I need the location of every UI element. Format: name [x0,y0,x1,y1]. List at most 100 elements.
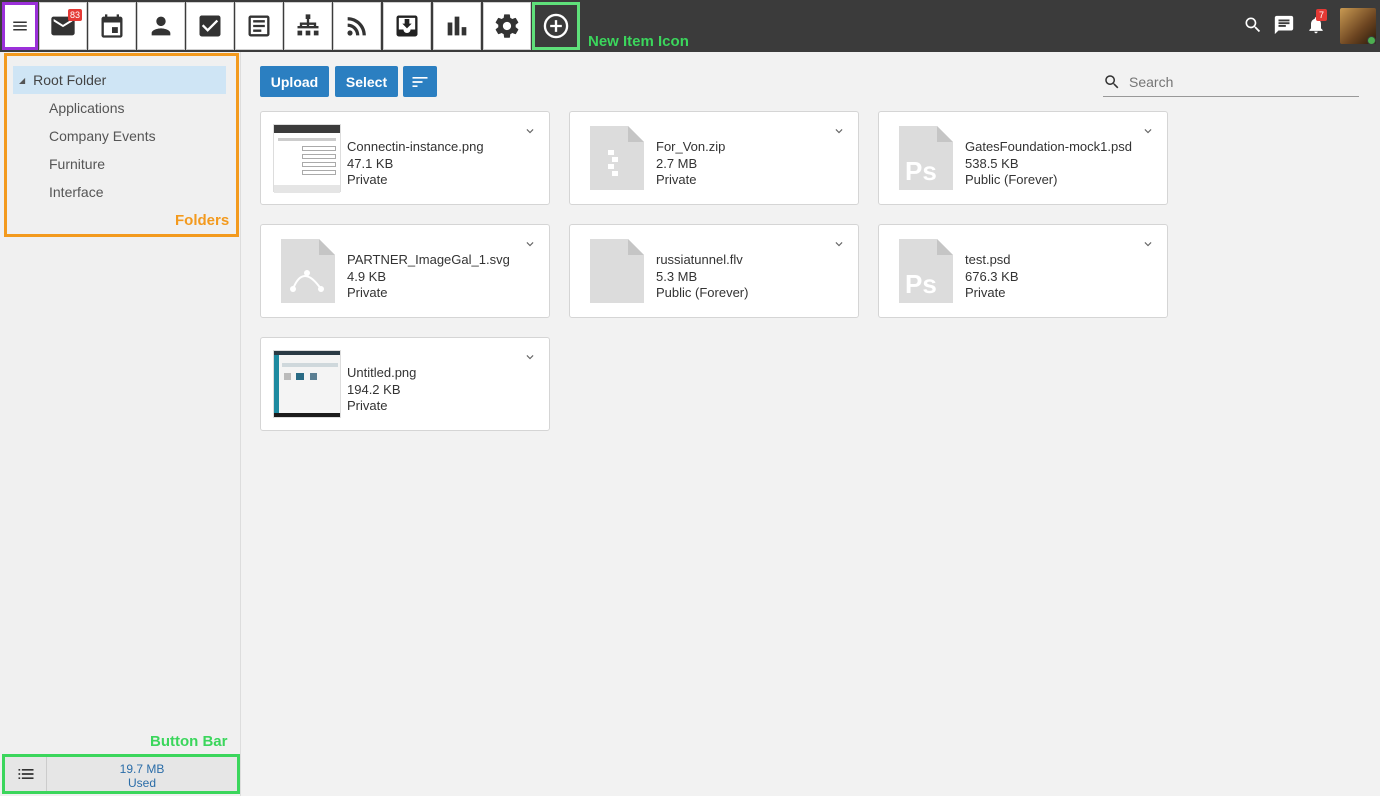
chevron-down-icon[interactable] [523,237,537,251]
chat-bubble-icon [1274,15,1294,35]
image-thumbnail [273,350,341,418]
search-icon [1245,17,1261,33]
file-visibility: Private [656,172,697,187]
blank-file-icon [590,239,644,303]
file-visibility: Public (Forever) [965,172,1058,187]
nav-settings-button[interactable] [483,2,531,50]
top-navigation-bar: 83 New Item Icon 7 [0,0,1380,52]
chat-button[interactable] [1271,12,1297,38]
file-info: For_Von.zip 2.7 MB Private [656,139,725,189]
chevron-down-icon[interactable] [523,124,537,138]
collapse-triangle-icon[interactable]: ◢ [19,76,25,85]
file-size: 676.3 KB [965,268,1019,284]
file-size: 47.1 KB [347,155,394,171]
notification-count-badge: 7 [1316,9,1328,21]
button-bar-annotation: Button Bar [150,733,228,750]
online-status-indicator [1367,36,1376,45]
file-info: GatesFoundation-mock1.psd 538.5 KB Publi… [965,139,1132,189]
psd-file-icon: Ps [899,126,953,190]
file-size: 538.5 KB [965,155,1019,171]
person-icon [151,16,171,36]
nav-org-chart-button[interactable] [284,2,332,50]
calendar-icon [101,14,123,38]
psd-file-icon: Ps [899,239,953,303]
file-card[interactable]: Connectin-instance.png 47.1 KB Private [260,111,550,205]
file-visibility: Public (Forever) [656,285,749,300]
new-item-button[interactable] [532,2,580,50]
hamburger-menu-icon [13,21,27,31]
search-input[interactable] [1129,74,1349,90]
folder-item-applications[interactable]: Applications [49,100,125,116]
mail-count-badge: 83 [67,9,82,21]
nav-mail-button[interactable]: 83 [39,2,87,50]
gear-icon [495,14,519,38]
folder-sidebar: ◢ Root Folder Applications Company Event… [0,52,241,796]
org-chart-icon [297,14,319,36]
file-name: russiatunnel.flv [656,252,743,267]
svg-text:Ps: Ps [905,156,937,186]
storage-usage: 19.7 MB Used [47,757,237,791]
file-card[interactable]: russiatunnel.flv 5.3 MB Public (Forever) [569,224,859,318]
hamburger-menu-button[interactable] [2,2,38,50]
bar-chart-icon [447,16,467,36]
file-size: 5.3 MB [656,268,698,284]
file-card[interactable]: For_Von.zip 2.7 MB Private [569,111,859,205]
list-view-button[interactable] [5,757,47,791]
folder-root-label: Root Folder [33,72,107,88]
button-bar: 19.7 MB Used [2,754,240,794]
checkbox-icon [199,15,221,37]
file-name: For_Von.zip [656,139,726,154]
file-size: 2.7 MB [656,155,698,171]
list-icon [18,769,33,779]
file-visibility: Private [347,398,388,413]
sort-button[interactable] [403,66,437,97]
nav-feeds-button[interactable] [333,2,381,50]
folder-item-furniture[interactable]: Furniture [49,156,105,172]
file-info: Connectin-instance.png 47.1 KB Private [347,139,484,189]
file-search [1103,68,1359,97]
chevron-down-icon[interactable] [1141,124,1155,138]
folder-item-company-events[interactable]: Company Events [49,128,156,144]
file-visibility: Private [347,285,388,300]
file-info: Untitled.png 194.2 KB Private [347,365,416,415]
chevron-down-icon[interactable] [1141,237,1155,251]
global-search-button[interactable] [1240,12,1266,38]
file-card[interactable]: Ps test.psd 676.3 KB Private [878,224,1168,318]
file-card[interactable]: PARTNER_ImageGal_1.svg 4.9 KB Private [260,224,550,318]
chevron-down-icon[interactable] [523,350,537,364]
file-card[interactable]: Ps GatesFoundation-mock1.psd 538.5 KB Pu… [878,111,1168,205]
nav-reports-button[interactable] [433,2,481,50]
nav-calendar-button[interactable] [88,2,136,50]
file-card[interactable]: Untitled.png 194.2 KB Private [260,337,550,431]
upload-button[interactable]: Upload [260,66,329,97]
chevron-down-icon[interactable] [832,237,846,251]
file-info: russiatunnel.flv 5.3 MB Public (Forever) [656,252,748,302]
file-name: test.psd [965,252,1011,267]
nav-tasks-button[interactable] [186,2,234,50]
file-visibility: Private [347,172,388,187]
svg-text:Ps: Ps [905,269,937,299]
sort-icon [412,76,428,87]
file-info: PARTNER_ImageGal_1.svg 4.9 KB Private [347,252,510,302]
new-item-annotation: New Item Icon [588,33,689,50]
nav-contacts-button[interactable] [137,2,185,50]
svg-file-icon [281,239,335,303]
storage-usage-value: 19.7 MB [119,762,165,776]
storage-usage-label: Used [127,776,156,790]
inbox-download-icon [396,15,418,37]
folder-root[interactable]: ◢ Root Folder [13,66,226,94]
file-info: test.psd 676.3 KB Private [965,252,1019,302]
chevron-down-icon[interactable] [832,124,846,138]
file-name: Connectin-instance.png [347,139,484,154]
file-size: 4.9 KB [347,268,387,284]
nav-files-button[interactable] [383,2,431,50]
image-thumbnail [273,124,341,193]
select-button[interactable]: Select [335,66,398,97]
file-size: 194.2 KB [347,381,401,397]
file-visibility: Private [965,285,1006,300]
nav-notes-button[interactable] [235,2,283,50]
document-list-icon [248,15,270,37]
folders-annotation: Folders [175,212,230,229]
folder-item-interface[interactable]: Interface [49,184,103,200]
file-name: Untitled.png [347,365,417,380]
